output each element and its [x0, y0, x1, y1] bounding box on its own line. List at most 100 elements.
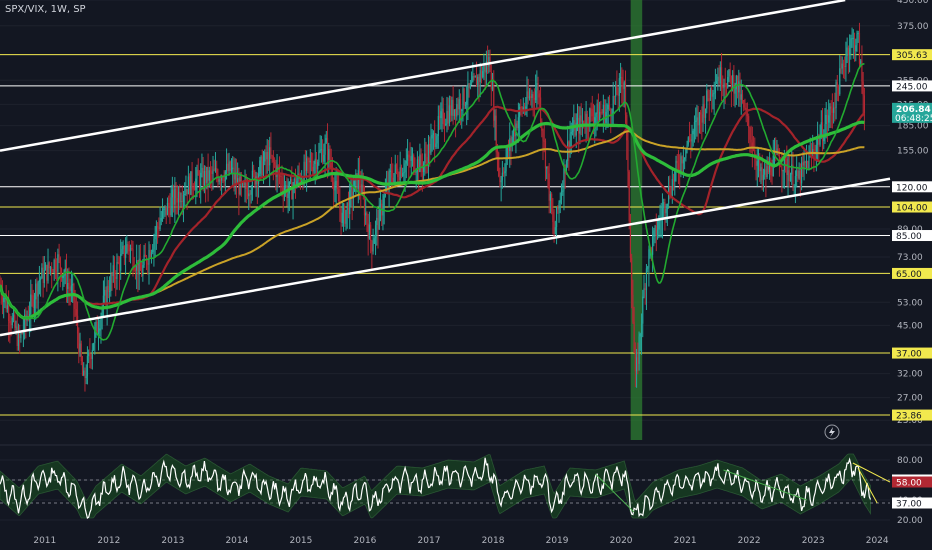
candle-body — [594, 117, 596, 123]
chart-canvas[interactable]: 450.00375.00305.00255.00215.00185.00155.… — [0, 0, 932, 550]
candle-body — [552, 211, 554, 223]
candle-body — [445, 123, 447, 125]
candle-body — [338, 189, 340, 202]
candle-body — [180, 201, 182, 203]
candle-body — [837, 87, 840, 95]
time-tick-label: 2012 — [97, 536, 120, 546]
candle-body — [857, 33, 859, 35]
candle-body — [450, 105, 452, 116]
candle-body — [253, 170, 255, 172]
candle-body — [767, 166, 769, 173]
candle-body — [648, 249, 650, 268]
candle-body — [581, 120, 584, 122]
candle-body — [828, 115, 830, 123]
candle-body — [393, 173, 395, 183]
candle-body — [225, 163, 228, 172]
candle-body — [287, 193, 289, 199]
candle-body — [186, 189, 188, 195]
candle-body — [538, 93, 540, 98]
candle-body — [599, 111, 601, 121]
candle-body — [661, 208, 664, 219]
candle-body — [223, 179, 225, 182]
time-tick-label: 2011 — [33, 536, 56, 546]
candle-body — [281, 176, 283, 186]
last-price-countdown: 06:48:25 — [895, 114, 932, 124]
candle-body — [166, 202, 169, 215]
candle-body — [746, 113, 749, 117]
candle-body — [30, 294, 32, 314]
candle-body — [49, 267, 52, 269]
osc-tick-label: 80.00 — [897, 456, 923, 466]
candle-body — [618, 78, 620, 96]
candle-body — [720, 67, 723, 88]
candle-body — [663, 202, 665, 209]
candle-body — [693, 122, 696, 131]
candle-body — [528, 96, 531, 99]
candle-body — [41, 267, 43, 279]
candle-body — [139, 258, 141, 271]
candle-body — [169, 205, 171, 216]
candle-body — [738, 81, 740, 93]
candle-body — [706, 90, 708, 109]
candle-body — [127, 244, 129, 246]
candle-body — [181, 201, 183, 203]
candle-body — [616, 84, 618, 95]
candle-body — [308, 158, 310, 163]
candle-body — [78, 333, 80, 354]
symbol-title[interactable]: SPX/VIX, 1W, SP — [5, 4, 86, 15]
candle-body — [75, 308, 77, 316]
candle-body — [537, 83, 539, 94]
candle-body — [711, 88, 713, 97]
candle-body — [730, 75, 733, 89]
candle-body — [269, 147, 271, 166]
candle-body — [555, 207, 558, 228]
candle-body — [685, 148, 687, 158]
candle-body — [862, 81, 864, 96]
candle-body — [47, 262, 49, 281]
candle-body — [243, 182, 245, 186]
candle-body — [633, 321, 635, 354]
candle-body — [403, 172, 405, 174]
candle-body — [727, 77, 729, 88]
candle-body — [9, 321, 11, 323]
price-tick-label: 73.00 — [897, 253, 923, 263]
candle-body — [576, 117, 579, 123]
candle-body — [692, 130, 694, 135]
candle-body — [116, 262, 118, 279]
candle-body — [402, 172, 404, 176]
candle-body — [203, 170, 205, 186]
candle-body — [734, 89, 736, 94]
candle-body — [640, 323, 643, 334]
candle-body — [517, 117, 519, 129]
candle-body — [759, 158, 761, 172]
candle-body — [419, 154, 421, 173]
time-tick-label: 2016 — [354, 536, 377, 546]
candle-body — [523, 107, 526, 109]
candle-body — [831, 108, 833, 113]
candle-body — [771, 175, 773, 177]
candle-body — [91, 349, 93, 360]
candle-body — [615, 84, 617, 97]
candle-body — [834, 107, 836, 109]
candle-body — [159, 220, 161, 229]
candle-body — [724, 83, 726, 87]
candle-body — [438, 116, 441, 119]
candle-body — [129, 248, 132, 252]
candle-body — [307, 158, 309, 160]
candle-body — [634, 353, 636, 372]
candle-body — [782, 170, 784, 172]
candle-body — [367, 223, 369, 239]
candle-body — [261, 156, 263, 176]
candle-body — [405, 160, 407, 164]
candle-body — [113, 265, 116, 277]
candle-body — [176, 198, 178, 203]
candle-body — [617, 94, 619, 96]
candle-body — [239, 176, 241, 195]
candle-body — [480, 70, 483, 78]
candle-body — [425, 153, 427, 158]
candle-body — [500, 180, 502, 183]
candle-body — [6, 305, 8, 310]
candle-body — [643, 288, 645, 297]
candle-body — [532, 94, 534, 98]
candle-body — [195, 178, 197, 190]
